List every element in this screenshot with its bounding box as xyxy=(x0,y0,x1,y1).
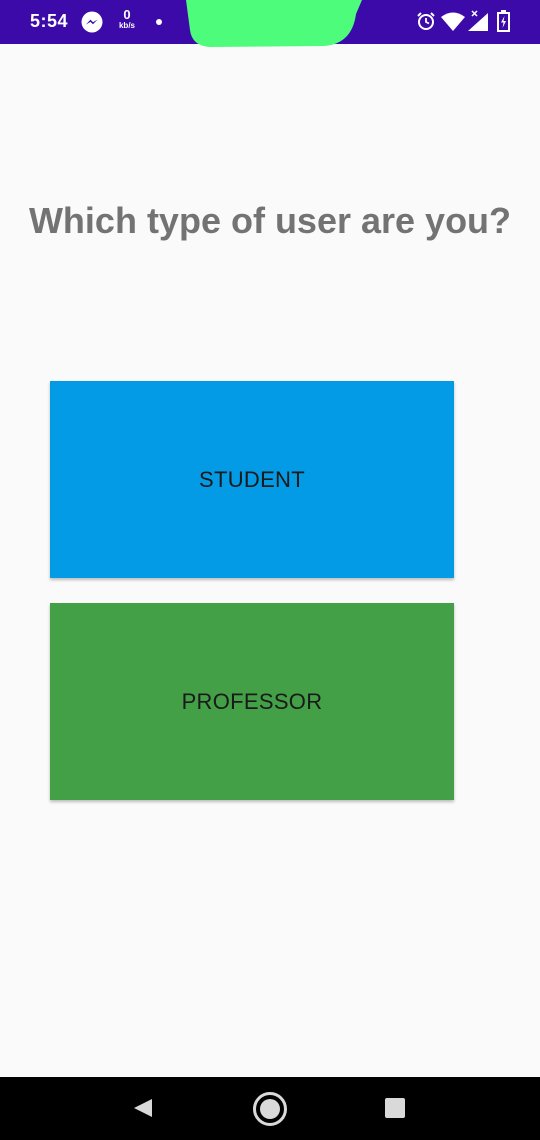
network-speed-value: 0 xyxy=(123,7,131,22)
home-icon[interactable] xyxy=(252,1091,288,1127)
camera-cutout-overlay xyxy=(186,0,362,48)
navigation-bar xyxy=(0,1077,540,1140)
alarm-icon xyxy=(416,11,436,31)
network-speed-indicator: 0 kb/s xyxy=(114,8,140,30)
messenger-icon xyxy=(81,11,103,33)
status-bar: 5:54 0 kb/s xyxy=(0,0,540,47)
student-button[interactable]: STUDENT xyxy=(50,381,454,578)
back-icon[interactable] xyxy=(132,1097,154,1119)
network-speed-unit: kb/s xyxy=(118,21,135,30)
wifi-icon xyxy=(441,12,465,32)
status-time: 5:54 xyxy=(30,11,69,31)
recents-icon[interactable] xyxy=(385,1098,405,1118)
professor-button[interactable]: PROFESSOR xyxy=(50,603,454,800)
app-screen: 5:54 0 kb/s Which type of user are you? … xyxy=(0,0,540,1140)
notification-dot-icon xyxy=(156,19,162,25)
page-title: Which type of user are you? xyxy=(28,200,512,241)
battery-icon xyxy=(497,10,510,32)
signal-icon xyxy=(466,10,490,32)
